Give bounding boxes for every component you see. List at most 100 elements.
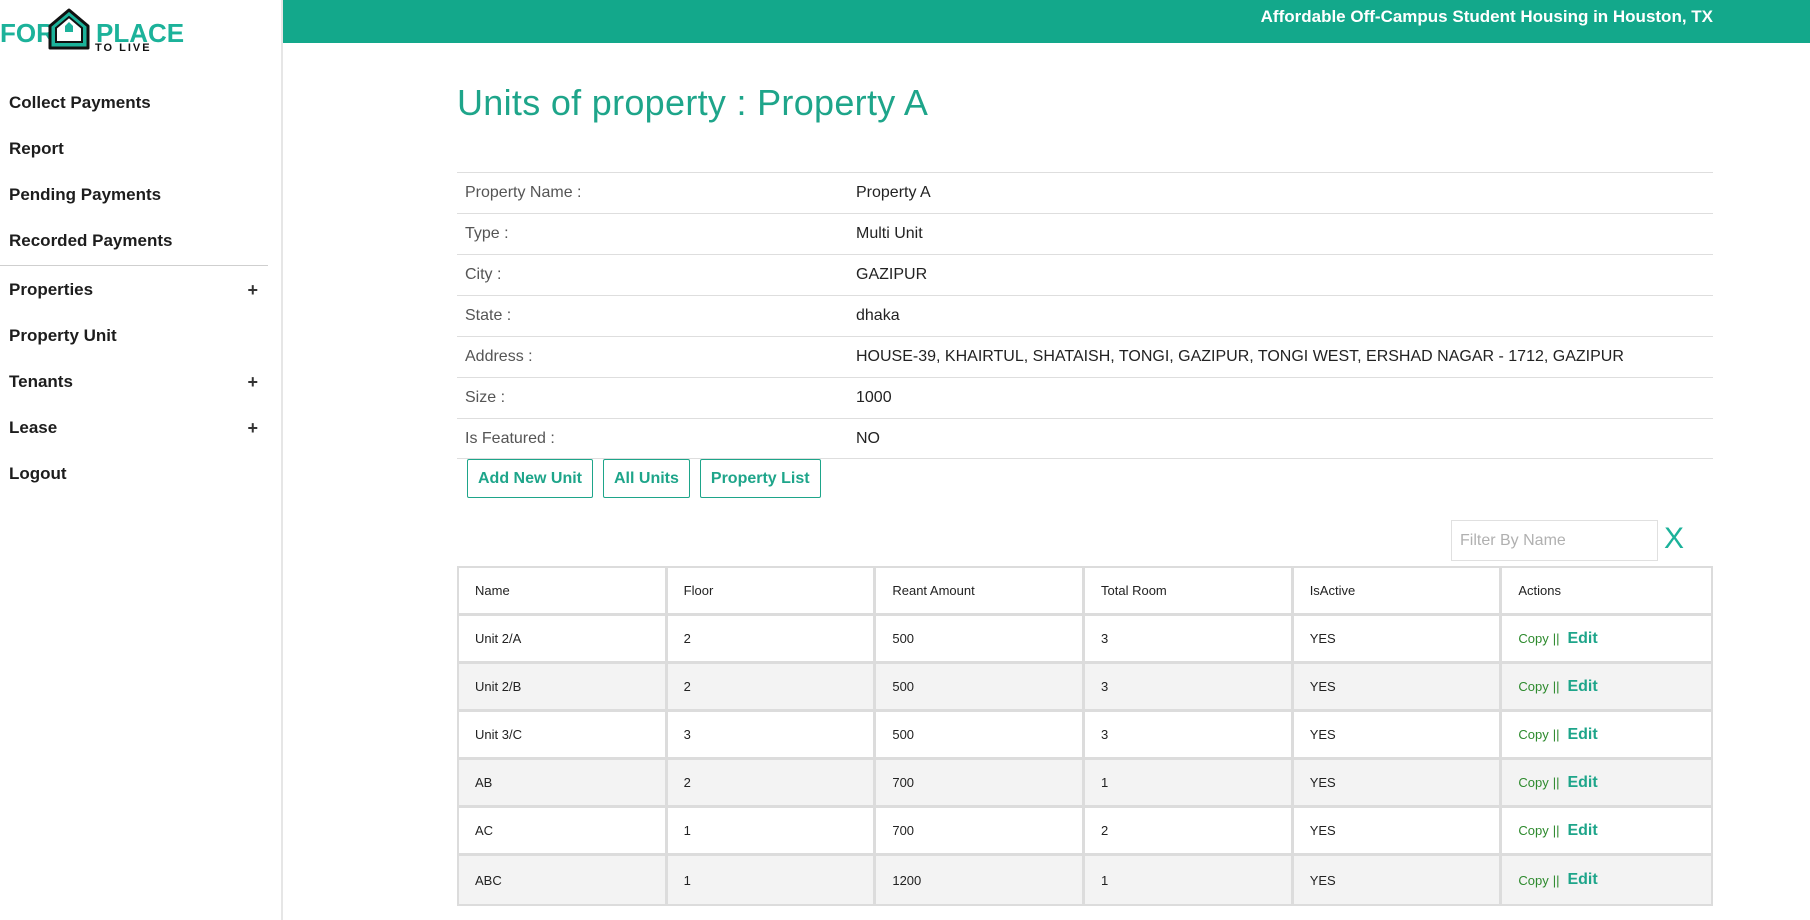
sidebar-item-logout[interactable]: Logout — [0, 451, 268, 497]
expand-plus-icon[interactable]: + — [247, 418, 258, 439]
all-units-button[interactable]: All Units — [603, 459, 690, 498]
cell-active: YES — [1293, 856, 1503, 904]
table-row: AC 1 700 2 YES Copy || Edit — [459, 808, 1712, 856]
site-logo[interactable]: FOR PLACE TO LIVE — [0, 4, 200, 54]
action-separator: || — [1552, 727, 1560, 742]
copy-link[interactable]: Copy — [1518, 823, 1548, 838]
sidebar-item-properties[interactable]: Properties + — [0, 267, 268, 313]
cell-floor: 2 — [667, 616, 877, 661]
cell-rent: 1200 — [876, 856, 1086, 904]
edit-link[interactable]: Edit — [1567, 871, 1597, 889]
column-header-total-room[interactable]: Total Room — [1085, 568, 1294, 613]
sidebar-item-label: Pending Payments — [9, 185, 162, 204]
detail-value: dhaka — [856, 307, 900, 324]
detail-value: 1000 — [856, 389, 892, 406]
cell-name: AB — [459, 760, 668, 805]
detail-value: HOUSE-39, KHAIRTUL, SHATAISH, TONGI, GAZ… — [856, 348, 1624, 365]
cell-actions: Copy || Edit — [1502, 616, 1712, 661]
property-list-button[interactable]: Property List — [699, 459, 821, 498]
action-separator: || — [1552, 631, 1560, 646]
cell-floor: 3 — [667, 712, 877, 757]
copy-link[interactable]: Copy — [1518, 631, 1548, 646]
cell-rent: 700 — [876, 760, 1086, 805]
detail-row-state: State : dhaka — [457, 295, 1713, 336]
copy-link[interactable]: Copy — [1518, 873, 1548, 888]
cell-active: YES — [1293, 664, 1503, 709]
filter-by-name-input[interactable] — [1451, 520, 1658, 561]
edit-link[interactable]: Edit — [1567, 822, 1597, 840]
detail-value: NO — [856, 429, 880, 447]
detail-row-address: Address : HOUSE-39, KHAIRTUL, SHATAISH, … — [457, 336, 1713, 377]
sidebar-divider — [0, 265, 268, 266]
cell-rooms: 3 — [1085, 712, 1294, 757]
logo-tagline: TO LIVE — [95, 42, 152, 54]
sidebar-item-report[interactable]: Report — [0, 126, 268, 172]
column-header-name[interactable]: Name — [459, 568, 668, 613]
cell-rooms: 3 — [1085, 664, 1294, 709]
sidebar-item-label: Logout — [9, 464, 67, 483]
sidebar-item-label: Properties — [9, 280, 94, 299]
cell-active: YES — [1293, 760, 1503, 805]
sidebar-item-recorded-payments[interactable]: Recorded Payments — [0, 218, 268, 264]
edit-link[interactable]: Edit — [1567, 630, 1597, 648]
sidebar-item-tenants[interactable]: Tenants + — [0, 359, 268, 405]
detail-value: Multi Unit — [856, 225, 923, 242]
sidebar-item-collect-payments[interactable]: Collect Payments — [0, 80, 268, 126]
detail-label: State : — [465, 307, 512, 324]
cell-name: Unit 3/C — [459, 712, 668, 757]
copy-link[interactable]: Copy — [1518, 775, 1548, 790]
detail-value: Property A — [856, 184, 931, 201]
cell-rooms: 1 — [1085, 856, 1294, 904]
action-separator: || — [1552, 823, 1560, 838]
action-separator: || — [1552, 872, 1560, 888]
detail-label: Type : — [465, 225, 509, 242]
cell-actions: Copy || Edit — [1502, 856, 1712, 904]
expand-plus-icon[interactable]: + — [247, 372, 258, 393]
copy-link[interactable]: Copy — [1518, 727, 1548, 742]
header-tagline: Affordable Off-Campus Student Housing in… — [1260, 7, 1713, 26]
column-header-is-active[interactable]: IsActive — [1293, 568, 1503, 613]
table-row: ABC 1 1200 1 YES Copy || Edit — [459, 856, 1712, 904]
sidebar-item-pending-payments[interactable]: Pending Payments — [0, 172, 268, 218]
cell-active: YES — [1293, 712, 1503, 757]
add-new-unit-button[interactable]: Add New Unit — [467, 459, 593, 498]
sidebar-item-label: Report — [9, 139, 64, 158]
cell-floor: 1 — [667, 856, 877, 904]
edit-link[interactable]: Edit — [1567, 726, 1597, 744]
sidebar-item-lease[interactable]: Lease + — [0, 405, 268, 451]
table-header-row: Name Floor Reant Amount Total Room IsAct… — [459, 568, 1712, 616]
house-icon — [48, 8, 90, 50]
detail-row-is-featured: Is Featured : NO — [457, 418, 1713, 459]
cell-active: YES — [1293, 616, 1503, 661]
cell-name: Unit 2/A — [459, 616, 668, 661]
detail-label: Address : — [465, 348, 533, 365]
detail-row-city: City : GAZIPUR — [457, 254, 1713, 295]
detail-label: City : — [465, 266, 502, 283]
sidebar-item-label: Lease — [9, 418, 58, 437]
column-header-actions: Actions — [1502, 568, 1712, 613]
cell-rooms: 1 — [1085, 760, 1294, 805]
edit-link[interactable]: Edit — [1567, 678, 1597, 696]
cell-active: YES — [1293, 808, 1503, 853]
sidebar-item-label: Recorded Payments — [9, 231, 173, 250]
detail-label: Is Featured : — [465, 429, 555, 447]
edit-link[interactable]: Edit — [1567, 774, 1597, 792]
detail-row-size: Size : 1000 — [457, 377, 1713, 418]
copy-link[interactable]: Copy — [1518, 679, 1548, 694]
column-header-rent-amount[interactable]: Reant Amount — [876, 568, 1086, 613]
cell-rooms: 2 — [1085, 808, 1294, 853]
detail-row-property-name: Property Name : Property A — [457, 172, 1713, 213]
column-header-floor[interactable]: Floor — [667, 568, 877, 613]
detail-label: Size : — [465, 389, 506, 406]
clear-filter-icon[interactable]: X — [1664, 520, 1684, 558]
table-row: AB 2 700 1 YES Copy || Edit — [459, 760, 1712, 808]
cell-rent: 700 — [876, 808, 1086, 853]
action-separator: || — [1552, 679, 1560, 694]
action-separator: || — [1552, 775, 1560, 790]
cell-floor: 2 — [667, 760, 877, 805]
cell-actions: Copy || Edit — [1502, 760, 1712, 805]
cell-actions: Copy || Edit — [1502, 808, 1712, 853]
expand-plus-icon[interactable]: + — [247, 280, 258, 301]
sidebar-item-property-unit[interactable]: Property Unit — [0, 313, 268, 359]
detail-row-type: Type : Multi Unit — [457, 213, 1713, 254]
